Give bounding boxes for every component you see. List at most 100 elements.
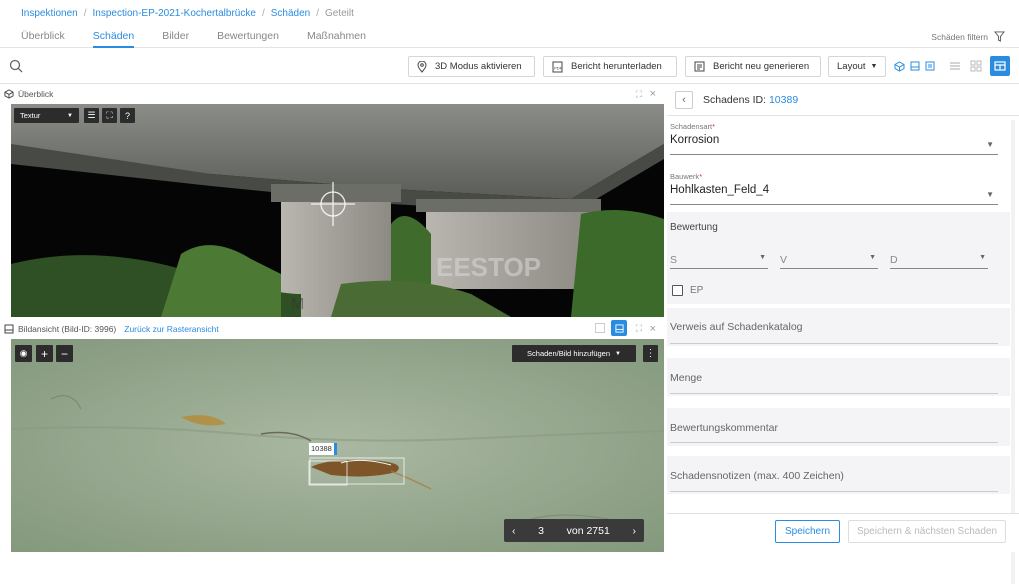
rating-s-label: S — [670, 254, 678, 266]
expand-icon[interactable]: ⛶ — [636, 89, 642, 100]
tab-bewertungen[interactable]: Bewertungen — [217, 30, 279, 48]
add-damage-dropdown[interactable]: Schaden/Bild hinzufügen ▼ — [512, 345, 636, 362]
split-layout-icon — [994, 61, 1006, 71]
help-button[interactable]: ? — [120, 108, 135, 123]
close-icon[interactable]: × — [650, 88, 656, 100]
location-pin-icon — [417, 60, 427, 73]
structure-label: Bauwerk — [670, 172, 700, 181]
eye-icon: ◉ — [19, 348, 28, 358]
breadcrumb-current: Geteilt — [324, 8, 354, 19]
image-panel-icon — [910, 61, 920, 71]
grid-icon — [970, 60, 982, 72]
vertical-dots-icon: ⋮ — [645, 348, 656, 359]
detail-footer: Speichern Speichern & nächsten Schaden — [667, 513, 1019, 552]
detail-view-button[interactable] — [921, 57, 939, 75]
toggle-annotations-button[interactable]: ◉ — [15, 345, 32, 362]
rating-d-select[interactable]: D ▼ — [890, 252, 988, 269]
structure-select[interactable]: Bauwerk* Hohlkasten_Feld_4 ▼ — [670, 172, 998, 205]
plus-icon: + — [40, 346, 48, 361]
rating-s-select[interactable]: S ▼ — [670, 252, 768, 269]
expand-icon[interactable]: ⛶ — [636, 323, 642, 334]
rating-comment-label: Bewertungskommentar — [670, 422, 778, 434]
damage-id-label: Schadens ID: — [703, 93, 767, 106]
rating-label: Bewertung — [670, 222, 718, 233]
more-options-button[interactable]: ⋮ — [643, 345, 658, 362]
overview-header: Überblick ⛶ × — [0, 84, 664, 104]
add-damage-label: Schaden/Bild hinzufügen — [527, 349, 611, 358]
damage-id-header: ‹ Schadens ID: 10389 — [667, 84, 1019, 116]
texture-dropdown[interactable]: Textur ▼ — [14, 108, 79, 123]
bridge-render: EESTOP M — [11, 104, 664, 317]
list-icon — [950, 62, 960, 70]
breadcrumb-inspection[interactable]: Inspection-EP-2021-Kochertalbrücke — [93, 8, 256, 19]
layout-dropdown[interactable]: Layout ▼ — [828, 56, 886, 77]
image-pagination: ‹ 3 von 2751 › — [504, 519, 644, 542]
3d-viewer[interactable]: EESTOP M Textur ▼ ☰ ⛶ ? — [11, 104, 664, 317]
zoom-in-button[interactable]: + — [36, 345, 53, 362]
ep-label: EP — [690, 285, 704, 296]
previous-icon[interactable]: ‹ — [512, 525, 516, 537]
catalog-ref-underline — [670, 343, 998, 344]
pdf-file-icon: PDF — [552, 61, 563, 72]
fullscreen-button[interactable]: ⛶ — [102, 108, 117, 123]
help-icon: ? — [124, 110, 130, 121]
caret-down-icon: ▼ — [67, 112, 73, 119]
tab-ueberblick[interactable]: Überblick — [21, 30, 65, 48]
funnel-icon — [994, 31, 1005, 42]
damage-type-value: Korrosion — [670, 134, 720, 146]
filter-label: Schäden filtern — [931, 31, 988, 42]
zoom-out-button[interactable]: − — [56, 345, 73, 362]
save-next-label: Speichern & nächsten Schaden — [856, 526, 998, 537]
download-report-button[interactable]: PDF Bericht herunterladen — [543, 56, 677, 77]
layout-label: Layout — [837, 61, 866, 72]
close-icon[interactable]: × — [650, 323, 656, 335]
image-panel-icon — [4, 324, 14, 333]
mode-3d-button[interactable]: 3D Modus aktivieren — [408, 56, 535, 77]
rating-d-label: D — [890, 254, 898, 266]
split-layout-button[interactable] — [990, 56, 1010, 76]
svg-text:PDF: PDF — [554, 65, 563, 70]
regenerate-report-button[interactable]: Bericht neu generieren — [685, 56, 821, 77]
page-total: von 2751 — [566, 524, 610, 537]
gallery-toggle-icon[interactable] — [595, 323, 605, 333]
list-layout-button[interactable] — [946, 57, 964, 75]
rating-v-select[interactable]: V ▼ — [780, 252, 878, 269]
caret-down-icon: ▼ — [869, 254, 876, 261]
breadcrumb-schaeden[interactable]: Schäden — [271, 8, 310, 19]
search-icon[interactable] — [9, 59, 23, 73]
detail-panel-icon — [925, 61, 935, 71]
checkbox-box[interactable] — [672, 285, 683, 296]
rating-comment-underline — [670, 442, 998, 443]
cube-icon — [894, 60, 904, 72]
image-view-title: Bildansicht (Bild-ID: 3996) — [18, 323, 117, 334]
next-icon[interactable]: › — [632, 525, 636, 537]
notes-underline — [670, 491, 998, 492]
save-next-button[interactable]: Speichern & nächsten Schaden — [848, 520, 1006, 543]
ep-checkbox[interactable]: EP — [672, 285, 703, 296]
tab-bilder[interactable]: Bilder — [162, 30, 189, 48]
tab-massnahmen[interactable]: Maßnahmen — [307, 30, 366, 48]
layers-icon: ☰ — [87, 110, 96, 120]
breadcrumb-inspektionen[interactable]: Inspektionen — [21, 8, 78, 19]
notes-label: Schadensnotizen (max. 400 Zeichen) — [670, 470, 844, 482]
texture-label: Textur — [20, 111, 41, 120]
save-label: Speichern — [784, 526, 831, 537]
caret-down-icon: ▼ — [759, 254, 766, 261]
damage-type-select[interactable]: Schadensart* Korrosion ▼ — [670, 122, 998, 155]
grid-layout-button[interactable] — [967, 57, 985, 75]
back-button[interactable]: ‹ — [675, 90, 693, 109]
tab-schaeden[interactable]: Schäden — [92, 30, 135, 48]
download-report-label: Bericht herunterladen — [571, 61, 662, 72]
layers-button[interactable]: ☰ — [84, 108, 99, 123]
image-mode-button[interactable] — [611, 320, 627, 336]
image-view-header: Bildansicht (Bild-ID: 3996) Zurück zur R… — [0, 318, 664, 339]
catalog-ref-label: Verweis auf Schadenkatalog — [670, 321, 803, 333]
save-button[interactable]: Speichern — [775, 520, 840, 543]
page-current[interactable]: 3 — [538, 525, 544, 537]
damage-marker-label[interactable]: 10388 — [309, 443, 337, 455]
damage-id-value: 10389 — [768, 93, 799, 106]
filter-button[interactable]: Schäden filtern — [931, 31, 1005, 42]
back-to-grid-link[interactable]: Zurück zur Rasteransicht — [124, 324, 218, 334]
rating-v-label: V — [780, 254, 788, 266]
quantity-field[interactable] — [667, 358, 1010, 396]
